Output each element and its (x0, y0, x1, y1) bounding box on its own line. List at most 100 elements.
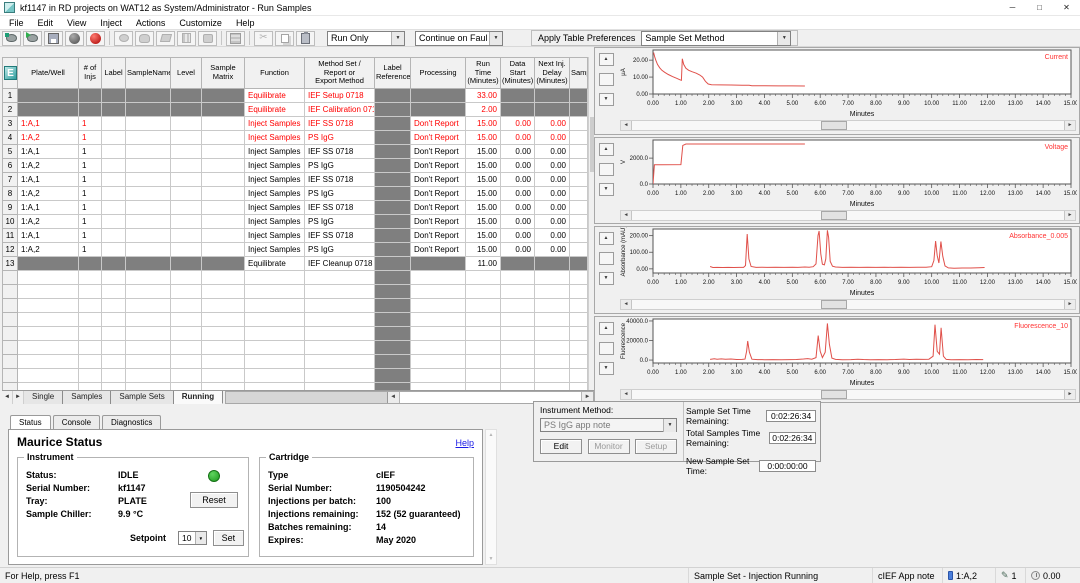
chart-horizontal-scrollbar[interactable]: ◄► (620, 389, 1076, 400)
column-header-7[interactable]: Function (245, 58, 305, 89)
column-header-12[interactable]: Data Start (Minutes) (501, 58, 535, 89)
table-row-empty[interactable] (3, 383, 588, 391)
tab-samples[interactable]: Samples (63, 391, 111, 404)
chart-horizontal-scrollbar[interactable]: ◄► (620, 210, 1076, 221)
table-row[interactable]: 2EquilibrateIEF Calibration 07182.00 (3, 103, 588, 117)
table-row[interactable]: 51:A,11Inject SamplesIEF SS 0718Don't Re… (3, 145, 588, 159)
table-row-empty[interactable] (3, 285, 588, 299)
scroll-left-icon[interactable]: ◄ (621, 211, 632, 220)
table-row[interactable]: 121:A,21Inject SamplesPS IgGDon't Report… (3, 243, 588, 257)
table-row[interactable]: 41:A,21Inject SamplesPS IgGDon't Report1… (3, 131, 588, 145)
scroll-right-icon[interactable]: ► (1064, 300, 1075, 309)
scroll-left-icon[interactable]: ◄ (621, 390, 632, 399)
axis-zoom-in-icon[interactable]: ▲ (599, 53, 614, 66)
column-header-6[interactable]: Sample Matrix (202, 58, 245, 89)
axis-zoom-in-icon[interactable]: ▲ (599, 143, 614, 156)
column-header-10[interactable]: Processing (411, 58, 466, 89)
scroll-left-icon[interactable]: ◄ (621, 300, 632, 309)
tab-scroll-left-icon[interactable]: ◄ (2, 391, 13, 404)
stop-button[interactable] (86, 31, 105, 46)
reset-button[interactable]: Reset (190, 492, 238, 508)
scrollbar-thumb[interactable] (226, 392, 387, 403)
menu-inject[interactable]: Inject (93, 18, 129, 28)
axis-zoom-out-icon[interactable]: ▼ (599, 93, 614, 106)
paste-button[interactable] (296, 31, 315, 46)
table-row-empty[interactable] (3, 313, 588, 327)
menu-edit[interactable]: Edit (31, 18, 61, 28)
panel-vertical-scrollbar[interactable]: ▲ ▼ (485, 429, 497, 565)
chevron-up-icon[interactable]: ▲ (489, 432, 494, 438)
axis-zoom-in-icon[interactable]: ▲ (599, 232, 614, 245)
axis-zoom-out-icon[interactable]: ▼ (599, 362, 614, 375)
column-header-1[interactable]: Plate/Well (18, 58, 79, 89)
menu-actions[interactable]: Actions (129, 18, 173, 28)
maximize-icon[interactable]: □ (1026, 0, 1053, 16)
set-button[interactable]: Set (213, 530, 244, 546)
tab-status[interactable]: Status (10, 415, 51, 429)
save-button[interactable] (44, 31, 63, 46)
menu-file[interactable]: File (2, 18, 31, 28)
axis-zoom-out-icon[interactable]: ▼ (599, 272, 614, 285)
menu-view[interactable]: View (60, 18, 93, 28)
scrollbar-thumb[interactable] (821, 390, 847, 399)
help-link[interactable]: Help (455, 438, 474, 448)
pause-button[interactable] (65, 31, 84, 46)
scroll-right-icon[interactable]: ► (1064, 390, 1075, 399)
table-row-empty[interactable] (3, 299, 588, 313)
instrument-method-dropdown[interactable]: PS IgG app note ▼ (540, 418, 677, 432)
run-mode-dropdown[interactable]: Run Only ▼ (327, 31, 405, 46)
column-header-13[interactable]: Next Inj. Delay (Minutes) (535, 58, 570, 89)
table-preferences-dropdown[interactable]: Sample Set Method ▼ (641, 31, 791, 46)
menu-help[interactable]: Help (229, 18, 262, 28)
table-row[interactable]: 1EquilibrateIEF Setup 071833.00 (3, 89, 588, 103)
column-header-8[interactable]: Method Set / Report or Export Method (305, 58, 375, 89)
column-header-11[interactable]: Run Time (Minutes) (466, 58, 501, 89)
axis-zoom-reset-button[interactable] (599, 252, 614, 265)
scrollbar-thumb[interactable] (821, 300, 847, 309)
table-row-empty[interactable] (3, 341, 588, 355)
table-row-empty[interactable] (3, 369, 588, 383)
fault-mode-dropdown[interactable]: Continue on Fault ▼ (415, 31, 503, 46)
table-row-empty[interactable] (3, 355, 588, 369)
axis-zoom-in-icon[interactable]: ▲ (599, 322, 614, 335)
column-header-4[interactable]: SampleName (126, 58, 171, 89)
scrollbar-thumb[interactable] (821, 121, 847, 130)
scrollbar-thumb[interactable] (821, 211, 847, 220)
table-row[interactable]: 111:A,11Inject SamplesIEF SS 0718Don't R… (3, 229, 588, 243)
chart-horizontal-scrollbar[interactable]: ◄► (620, 299, 1076, 310)
table-row[interactable]: 61:A,21Inject SamplesPS IgGDon't Report1… (3, 159, 588, 173)
run-single-button[interactable] (23, 31, 42, 46)
scroll-right-icon[interactable]: ► (1064, 211, 1075, 220)
table-row-empty[interactable] (3, 271, 588, 285)
column-header-5[interactable]: Level (171, 58, 202, 89)
tab-diagnostics[interactable]: Diagnostics (102, 415, 161, 429)
tab-sample-sets[interactable]: Sample Sets (111, 391, 173, 404)
scroll-left-icon[interactable]: ◄ (621, 121, 632, 130)
table-row[interactable]: 101:A,21Inject SamplesPS IgGDon't Report… (3, 215, 588, 229)
close-icon[interactable]: ✕ (1053, 0, 1080, 16)
axis-zoom-reset-button[interactable] (599, 342, 614, 355)
setpoint-dropdown[interactable]: 10 ▼ (178, 531, 207, 545)
run-samples-button[interactable] (2, 31, 21, 46)
chevron-down-icon[interactable]: ▼ (489, 556, 494, 562)
column-header-3[interactable]: Label (102, 58, 126, 89)
chart-horizontal-scrollbar[interactable]: ◄► (620, 120, 1076, 131)
table-row-empty[interactable] (3, 327, 588, 341)
tab-scroll-right-icon[interactable]: ► (13, 391, 24, 404)
axis-zoom-reset-button[interactable] (599, 163, 614, 176)
axis-zoom-out-icon[interactable]: ▼ (599, 183, 614, 196)
table-row[interactable]: 13EquilibrateIEF Cleanup 071811.00 (3, 257, 588, 271)
table-row[interactable]: 91:A,11Inject SamplesIEF SS 0718Don't Re… (3, 201, 588, 215)
column-header-14[interactable]: Sampl (570, 58, 588, 89)
scroll-left-icon[interactable]: ◄ (388, 392, 400, 403)
table-row[interactable]: 71:A,11Inject SamplesIEF SS 0718Don't Re… (3, 173, 588, 187)
table-row[interactable]: 31:A,11Inject SamplesIEF SS 0718Don't Re… (3, 117, 588, 131)
column-header-2[interactable]: # of Injs (79, 58, 102, 89)
tab-console[interactable]: Console (53, 415, 100, 429)
table-row[interactable]: 81:A,21Inject SamplesPS IgGDon't Report1… (3, 187, 588, 201)
tab-running[interactable]: Running (174, 391, 223, 404)
scroll-right-icon[interactable]: ► (1064, 121, 1075, 130)
minimize-icon[interactable]: ─ (999, 0, 1026, 16)
column-header-9[interactable]: Label Reference (375, 58, 411, 89)
edit-button[interactable]: Edit (540, 439, 582, 454)
